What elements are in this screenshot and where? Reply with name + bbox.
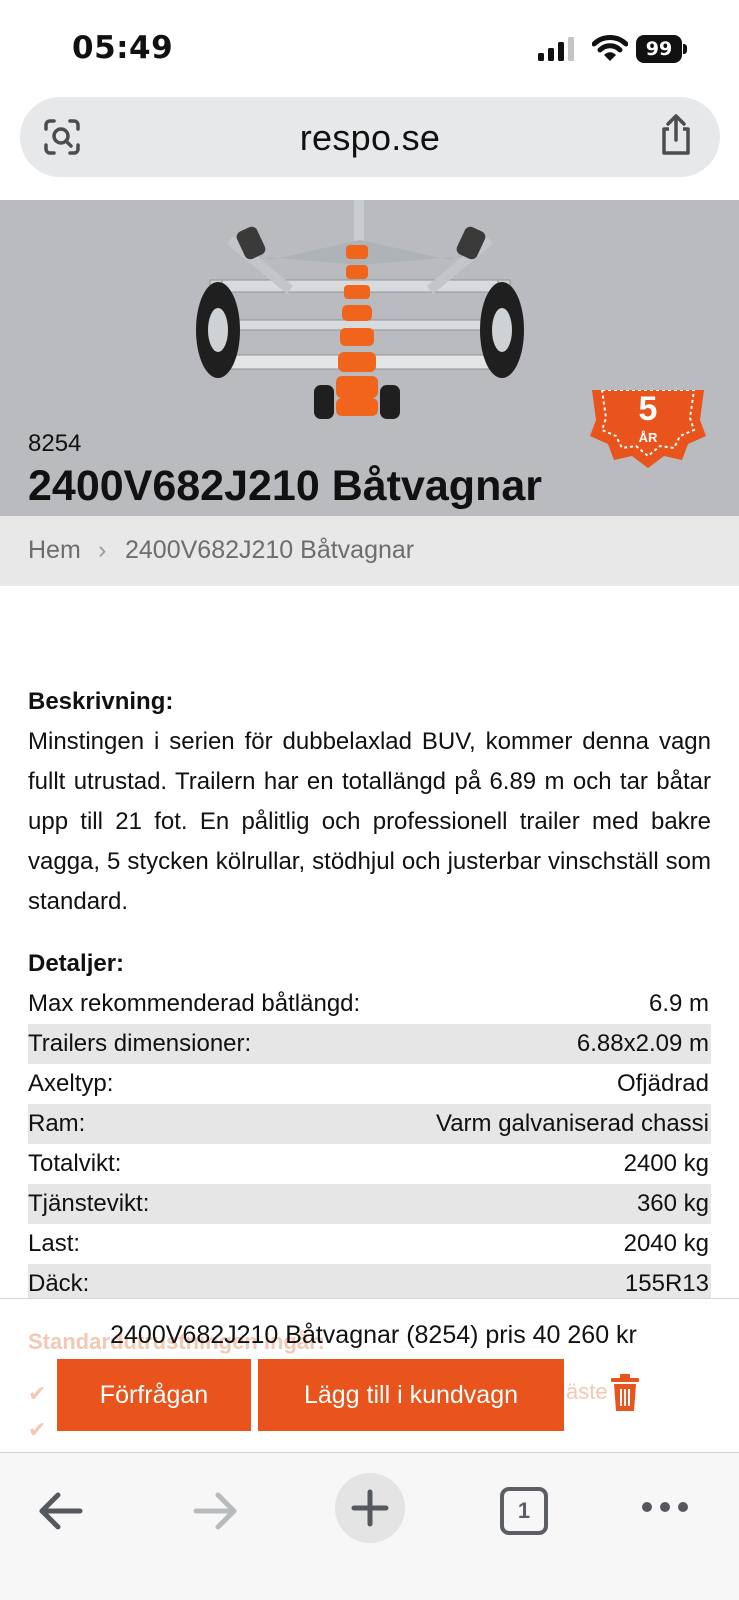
detail-label: Tjänstevikt: [28,1190,150,1217]
detail-label: Last: [28,1230,81,1257]
detail-value: 6.88x2.09 m [576,1030,709,1057]
details-row: Tjänstevikt: 360 kg [28,1184,711,1224]
detail-label: Ram: [28,1110,86,1137]
new-tab-button[interactable] [335,1473,405,1543]
sticky-buy-panel: Standardutrustningen ingår: 2400V682J210… [0,1298,739,1450]
detail-value: Ofjädrad [616,1070,709,1097]
details-row: Ram: Varm galvaniserad chassi [28,1104,711,1144]
share-icon[interactable] [656,113,696,157]
details-row: Trailers dimensioner: 6.88x2.09 m [28,1024,711,1064]
detail-label: Axeltyp: [28,1070,114,1097]
status-time: 05:49 [72,30,174,66]
url-domain[interactable]: respo.se [20,117,720,159]
details-row: Max rekommenderad båtlängd: 6.9 m [28,984,711,1024]
detail-value: 2040 kg [623,1230,709,1257]
detail-value: 360 kg [636,1190,709,1217]
detail-label: Däck: [28,1270,90,1297]
product-sku: 8254 [28,430,82,457]
detail-value: 6.9 m [648,990,709,1017]
badge-text: ÅR [639,430,658,445]
wifi-icon [592,35,628,61]
back-arrow-icon[interactable] [36,1491,86,1531]
battery-icon: 99 [636,35,688,63]
detail-value: 155R13 [624,1270,709,1297]
cellular-signal-icon [538,37,574,61]
forward-arrow-icon[interactable] [190,1491,240,1531]
add-to-cart-button[interactable]: Lägg till i kundvagn [258,1359,564,1431]
checkmark-icon: ✔ [28,1417,47,1442]
chevron-right-icon: › [98,536,107,564]
status-bar: 05:49 99 [0,0,739,95]
page-title: 2400V682J210 Båtvagnar [28,462,542,510]
description-heading: Beskrivning: [28,688,174,715]
details-row: Last: 2040 kg [28,1224,711,1264]
battery-level: 99 [636,35,682,63]
detail-value: Varm galvaniserad chassi [435,1110,709,1137]
detail-value: 2400 kg [623,1150,709,1177]
badge-number: 5 [639,390,658,428]
plus-icon [351,1489,389,1527]
details-table: Max rekommenderad båtlängd: 6.9 m Trailer… [28,984,711,1304]
equipment-fragment: äste [566,1379,608,1404]
tab-switcher-button[interactable]: 1 [500,1487,548,1535]
address-bar[interactable]: respo.se [20,97,720,177]
boat-trailer-image [196,200,524,419]
details-heading: Detaljer: [28,950,125,977]
browser-toolbar: 1 [0,1452,739,1600]
product-hero: 5 ÅR 8254 2400V682J210 Båtvagnar [0,200,739,516]
detail-label: Totalvikt: [28,1150,122,1177]
detail-label: Trailers dimensioner: [28,1030,252,1057]
breadcrumb: Hem › 2400V682J210 Båtvagnar [0,516,739,586]
breadcrumb-home-link[interactable]: Hem [28,536,81,565]
breadcrumb-current: 2400V682J210 Båtvagnar [125,536,415,564]
more-options-icon[interactable] [640,1499,690,1515]
trash-icon[interactable] [607,1373,643,1413]
warranty-badge-icon: 5 ÅR [590,390,706,468]
inquiry-button[interactable]: Förfrågan [57,1359,251,1431]
price-line: 2400V682J210 Båtvagnar (8254) pris 40 26… [110,1321,637,1349]
details-row: Totalvikt: 2400 kg [28,1144,711,1184]
details-row: Axeltyp: Ofjädrad [28,1064,711,1104]
detail-label: Max rekommenderad båtlängd: [28,990,361,1017]
checkmark-icon: ✔ [28,1381,47,1406]
description-text: Minstingen i serien för dubbelaxlad BUV,… [28,728,711,915]
